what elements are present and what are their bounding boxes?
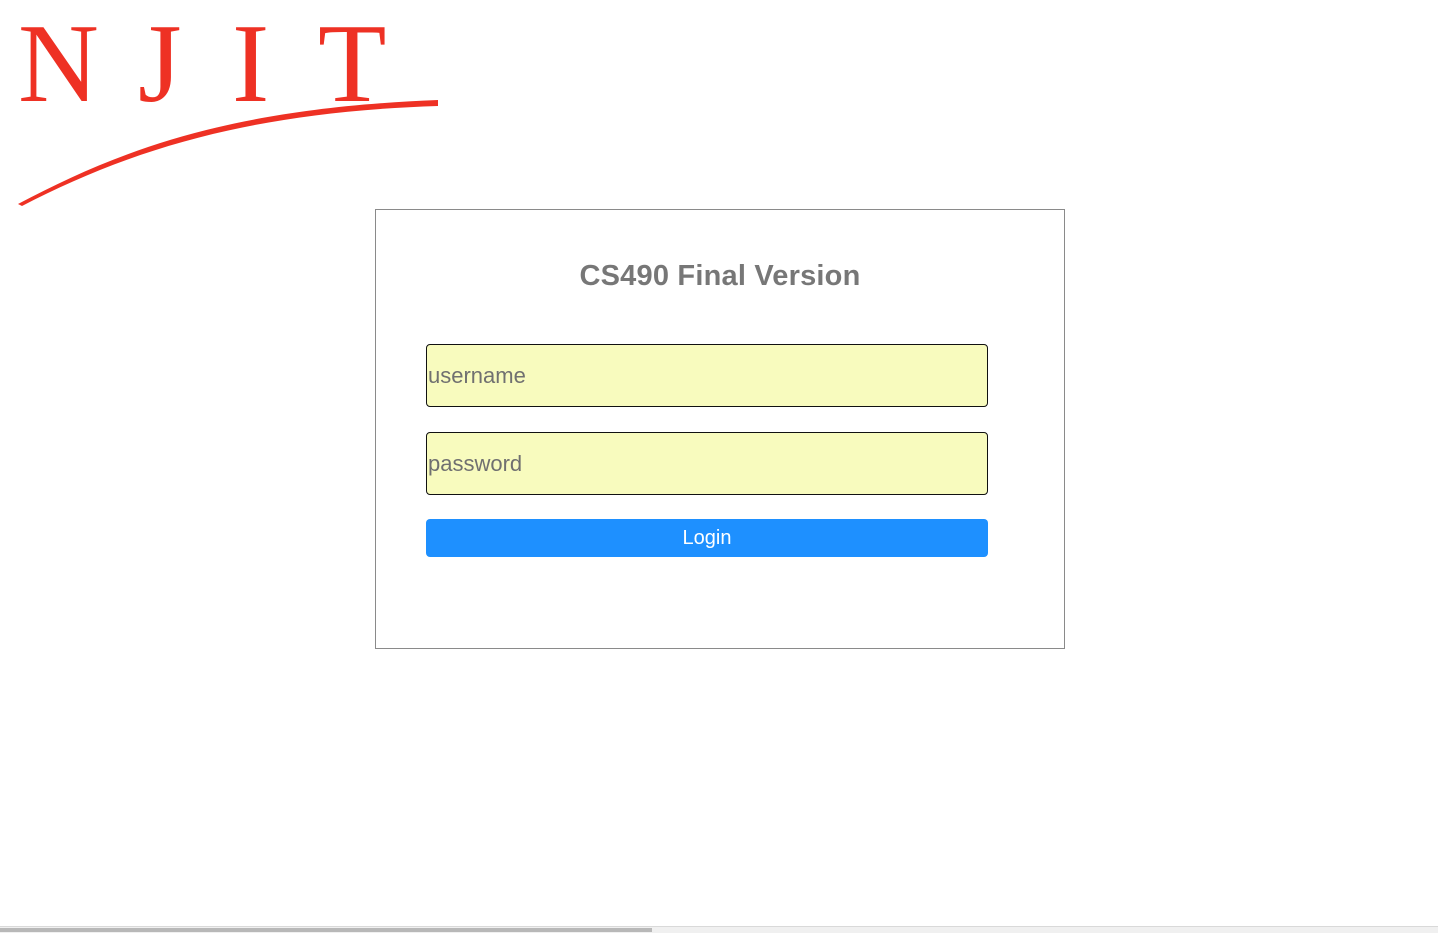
horizontal-scrollbar[interactable]: [0, 926, 1438, 933]
login-button[interactable]: Login: [426, 519, 988, 557]
login-card: CS490 Final Version Login: [375, 209, 1065, 649]
page-title: CS490 Final Version: [579, 260, 861, 292]
username-input[interactable]: [426, 344, 988, 407]
password-input[interactable]: [426, 432, 988, 495]
logo-letter-j: J: [138, 2, 182, 126]
njit-logo: N J I T: [0, 0, 460, 215]
logo-letter-i: I: [232, 2, 269, 126]
scrollbar-thumb[interactable]: [0, 928, 652, 932]
logo-letter-n: N: [18, 2, 99, 126]
